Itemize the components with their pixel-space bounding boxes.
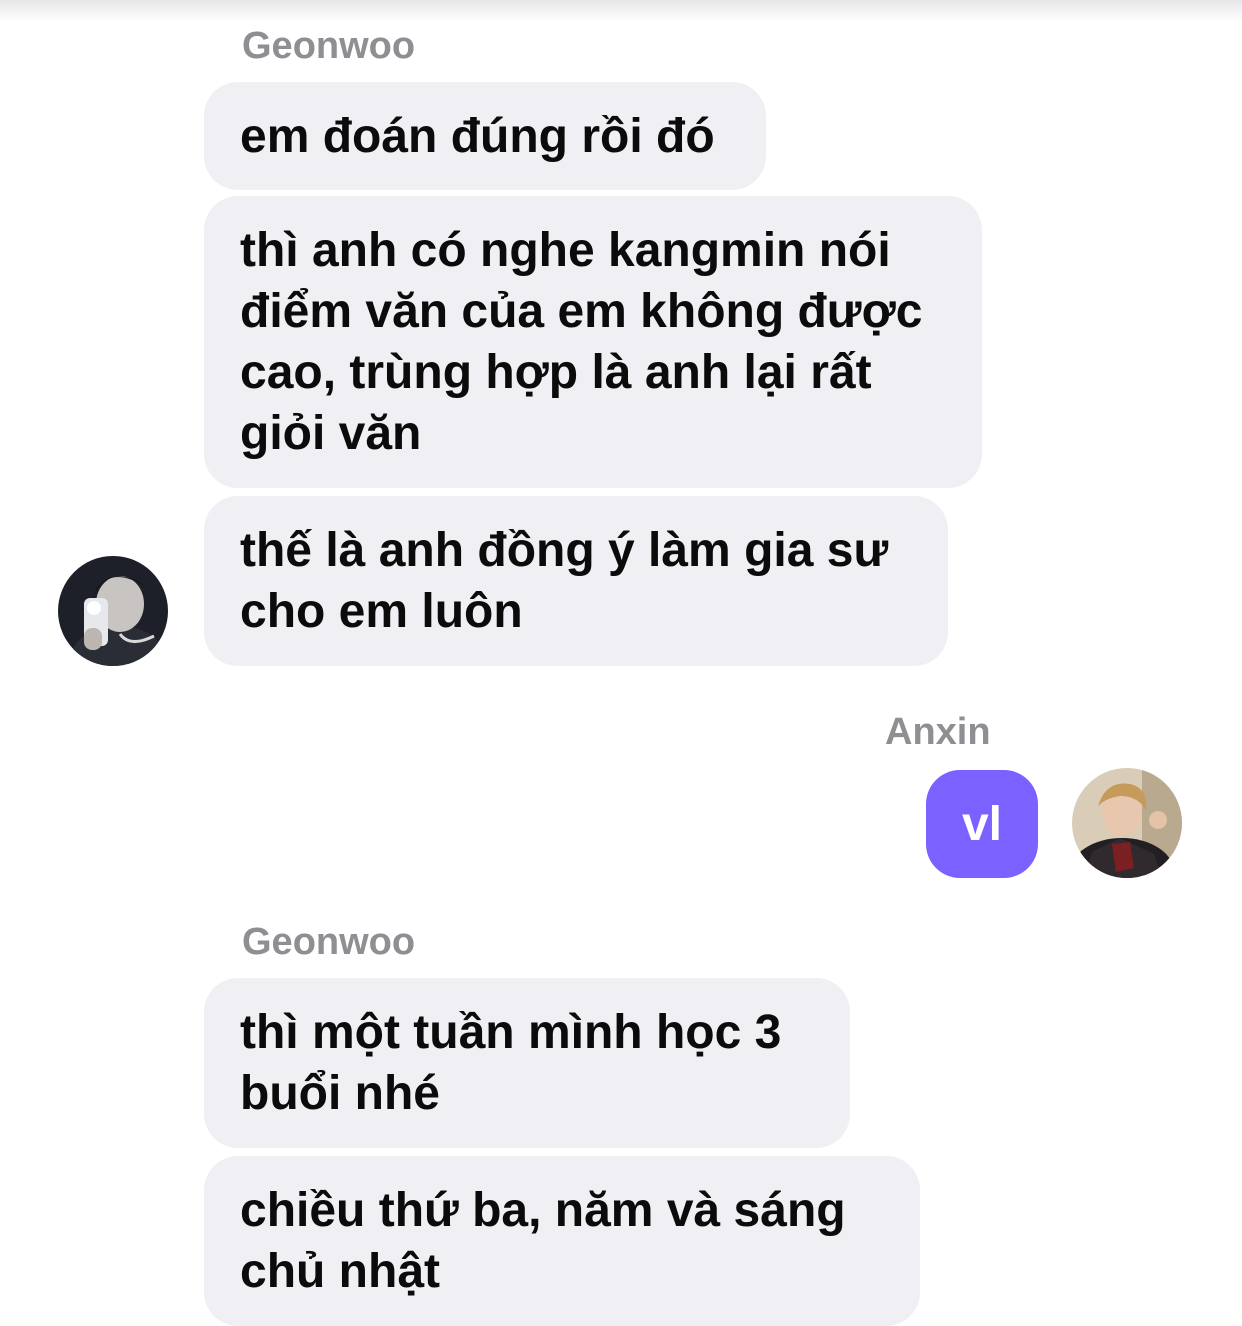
outgoing-message-bubble[interactable]: vl: [926, 770, 1038, 878]
sender-name-geonwoo: Geonwoo: [242, 25, 416, 67]
message-bubble[interactable]: em đoán đúng rồi đó: [204, 82, 766, 190]
message-bubble[interactable]: thế là anh đồng ý làm gia sư cho em luôn: [204, 496, 948, 666]
sender-name-anxin: Anxin: [885, 711, 991, 753]
message-text: thì một tuần mình học 3 buổi nhé: [240, 1006, 782, 1120]
top-shadow: [0, 0, 1242, 22]
message-bubble[interactable]: chiều thứ ba, năm và sáng chủ nhật: [204, 1156, 920, 1326]
chat-screen: Geonwoo em đoán đúng rồi đó thì anh có n…: [0, 0, 1242, 1326]
message-text: chiều thứ ba, năm và sáng chủ nhật: [240, 1184, 846, 1298]
avatar-anxin[interactable]: [1072, 768, 1182, 878]
message-text: thế là anh đồng ý làm gia sư cho em luôn: [240, 524, 889, 638]
message-text: vl: [961, 797, 1003, 851]
sender-name-geonwoo: Geonwoo: [242, 921, 416, 963]
message-bubble[interactable]: thì anh có nghe kangmin nói điểm văn của…: [204, 196, 982, 488]
message-text: thì anh có nghe kangmin nói điểm văn của…: [240, 224, 923, 460]
message-bubble[interactable]: thì một tuần mình học 3 buổi nhé: [204, 978, 850, 1148]
avatar-geonwoo[interactable]: [58, 556, 168, 666]
message-text: em đoán đúng rồi đó: [240, 109, 715, 163]
